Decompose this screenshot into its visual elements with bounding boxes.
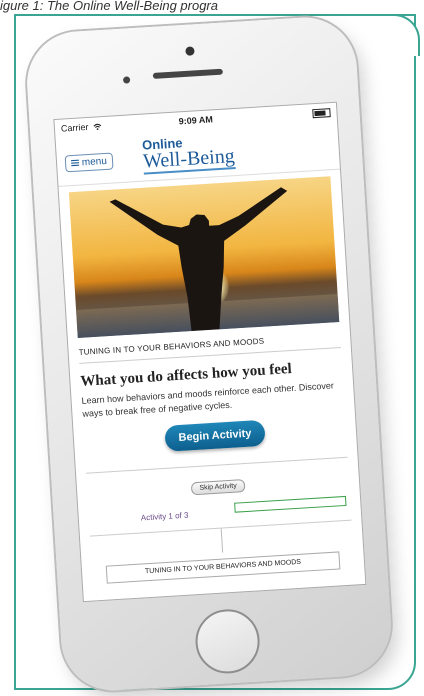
next-section-label[interactable]: TUNING IN TO YOUR BEHAVIORS AND MOODS xyxy=(105,551,341,584)
home-button[interactable] xyxy=(193,607,262,676)
figure-stage: Carrier 9:09 AM menu Online Well-Being T… xyxy=(0,0,424,696)
progress-bar xyxy=(234,495,347,513)
hamburger-menu-icon xyxy=(70,159,80,167)
progress-text: Activity 1 of 3 xyxy=(140,510,189,523)
skip-activity-button[interactable]: Skip Activity xyxy=(191,479,246,496)
next-section: TUNING IN TO YOUR BEHAVIORS AND MOODS xyxy=(89,519,355,589)
online-well-being-logo[interactable]: Online Well-Being xyxy=(142,133,236,175)
lower-divider xyxy=(220,528,224,553)
module-content: TUNING IN TO YOUR BEHAVIORS AND MOODS Wh… xyxy=(59,170,365,589)
section-label: TUNING IN TO YOUR BEHAVIORS AND MOODS xyxy=(78,331,341,364)
phone-device: Carrier 9:09 AM menu Online Well-Being T… xyxy=(24,14,394,694)
sensor-icon xyxy=(122,76,131,84)
begin-wrap: Begin Activity xyxy=(83,415,346,457)
menu-button[interactable]: menu xyxy=(64,152,114,173)
menu-label: menu xyxy=(81,155,108,169)
front-camera-icon xyxy=(185,46,195,56)
battery-icon xyxy=(312,108,331,119)
person-silhouette xyxy=(109,187,288,332)
phone-screen: Carrier 9:09 AM menu Online Well-Being T… xyxy=(53,101,367,603)
begin-activity-button[interactable]: Begin Activity xyxy=(163,419,267,452)
hero-image xyxy=(68,176,340,338)
earpiece-speaker xyxy=(152,68,223,79)
logo-main-text: Well-Being xyxy=(142,145,236,175)
